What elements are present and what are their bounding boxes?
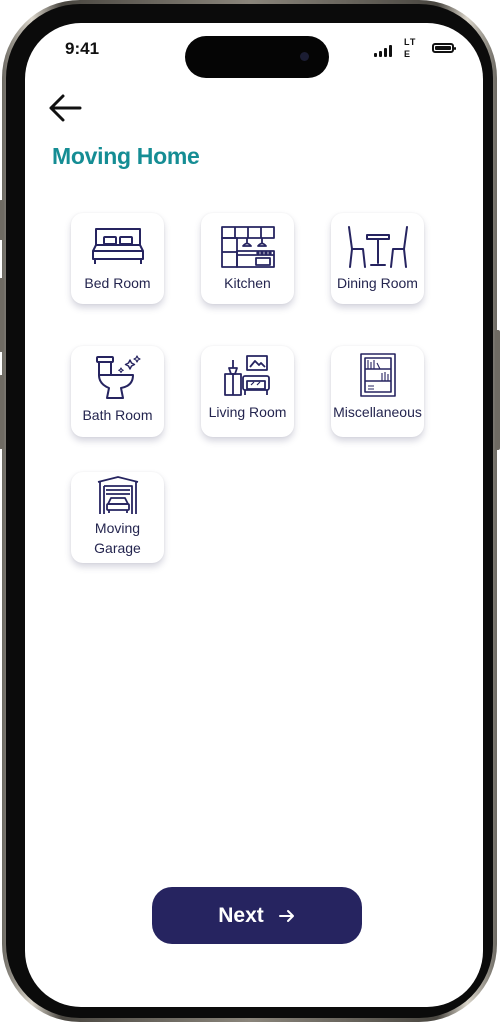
room-label: Bed Room bbox=[84, 275, 151, 291]
camera-icon bbox=[300, 52, 309, 61]
next-label: Next bbox=[218, 903, 264, 927]
room-card-living-room[interactable]: Living Room bbox=[201, 346, 294, 437]
room-label: Miscellaneous bbox=[333, 404, 422, 420]
shelf-icon bbox=[359, 353, 396, 397]
room-card-moving-garage[interactable]: Moving Garage bbox=[71, 472, 164, 563]
page-title: Moving Home bbox=[52, 143, 200, 169]
room-label: Kitchen bbox=[224, 275, 271, 291]
volume-up-button bbox=[0, 278, 4, 352]
next-button[interactable]: Next bbox=[152, 887, 362, 944]
room-card-miscellaneous[interactable]: Miscellaneous bbox=[331, 346, 424, 437]
room-card-bed-room[interactable]: Bed Room bbox=[71, 213, 164, 304]
dining-table-icon bbox=[347, 226, 408, 268]
battery-icon bbox=[432, 43, 456, 53]
toilet-icon bbox=[95, 355, 141, 399]
network-lte-icon: LTE bbox=[404, 37, 417, 59]
signal-icon bbox=[374, 45, 394, 57]
volume-down-button bbox=[0, 375, 4, 449]
room-card-bath-room[interactable]: Bath Room bbox=[71, 346, 164, 437]
arrow-right-icon bbox=[278, 909, 294, 922]
living-room-icon bbox=[223, 355, 270, 396]
room-label: Dining Room bbox=[337, 275, 418, 291]
bed-icon bbox=[91, 228, 144, 264]
status-time: 9:41 bbox=[65, 39, 100, 58]
room-label: Moving Garage bbox=[71, 518, 164, 558]
silent-switch bbox=[0, 200, 4, 240]
room-label: Living Room bbox=[208, 404, 287, 420]
room-label-text: Moving Garage bbox=[94, 520, 141, 556]
power-button bbox=[495, 330, 500, 450]
arrow-left-icon bbox=[49, 94, 82, 122]
back-button[interactable] bbox=[47, 93, 83, 123]
screen: 9:41 LTE Moving Home Bed Room Kitchen Di… bbox=[25, 23, 483, 1007]
garage-icon bbox=[97, 476, 138, 514]
phone-bezel: 9:41 LTE Moving Home Bed Room Kitchen Di… bbox=[6, 4, 493, 1018]
room-label: Bath Room bbox=[82, 407, 153, 423]
kitchen-icon bbox=[220, 226, 275, 268]
dynamic-island bbox=[185, 36, 329, 78]
phone-frame: 9:41 LTE Moving Home Bed Room Kitchen Di… bbox=[0, 0, 500, 1022]
room-card-dining-room[interactable]: Dining Room bbox=[331, 213, 424, 304]
room-card-kitchen[interactable]: Kitchen bbox=[201, 213, 294, 304]
